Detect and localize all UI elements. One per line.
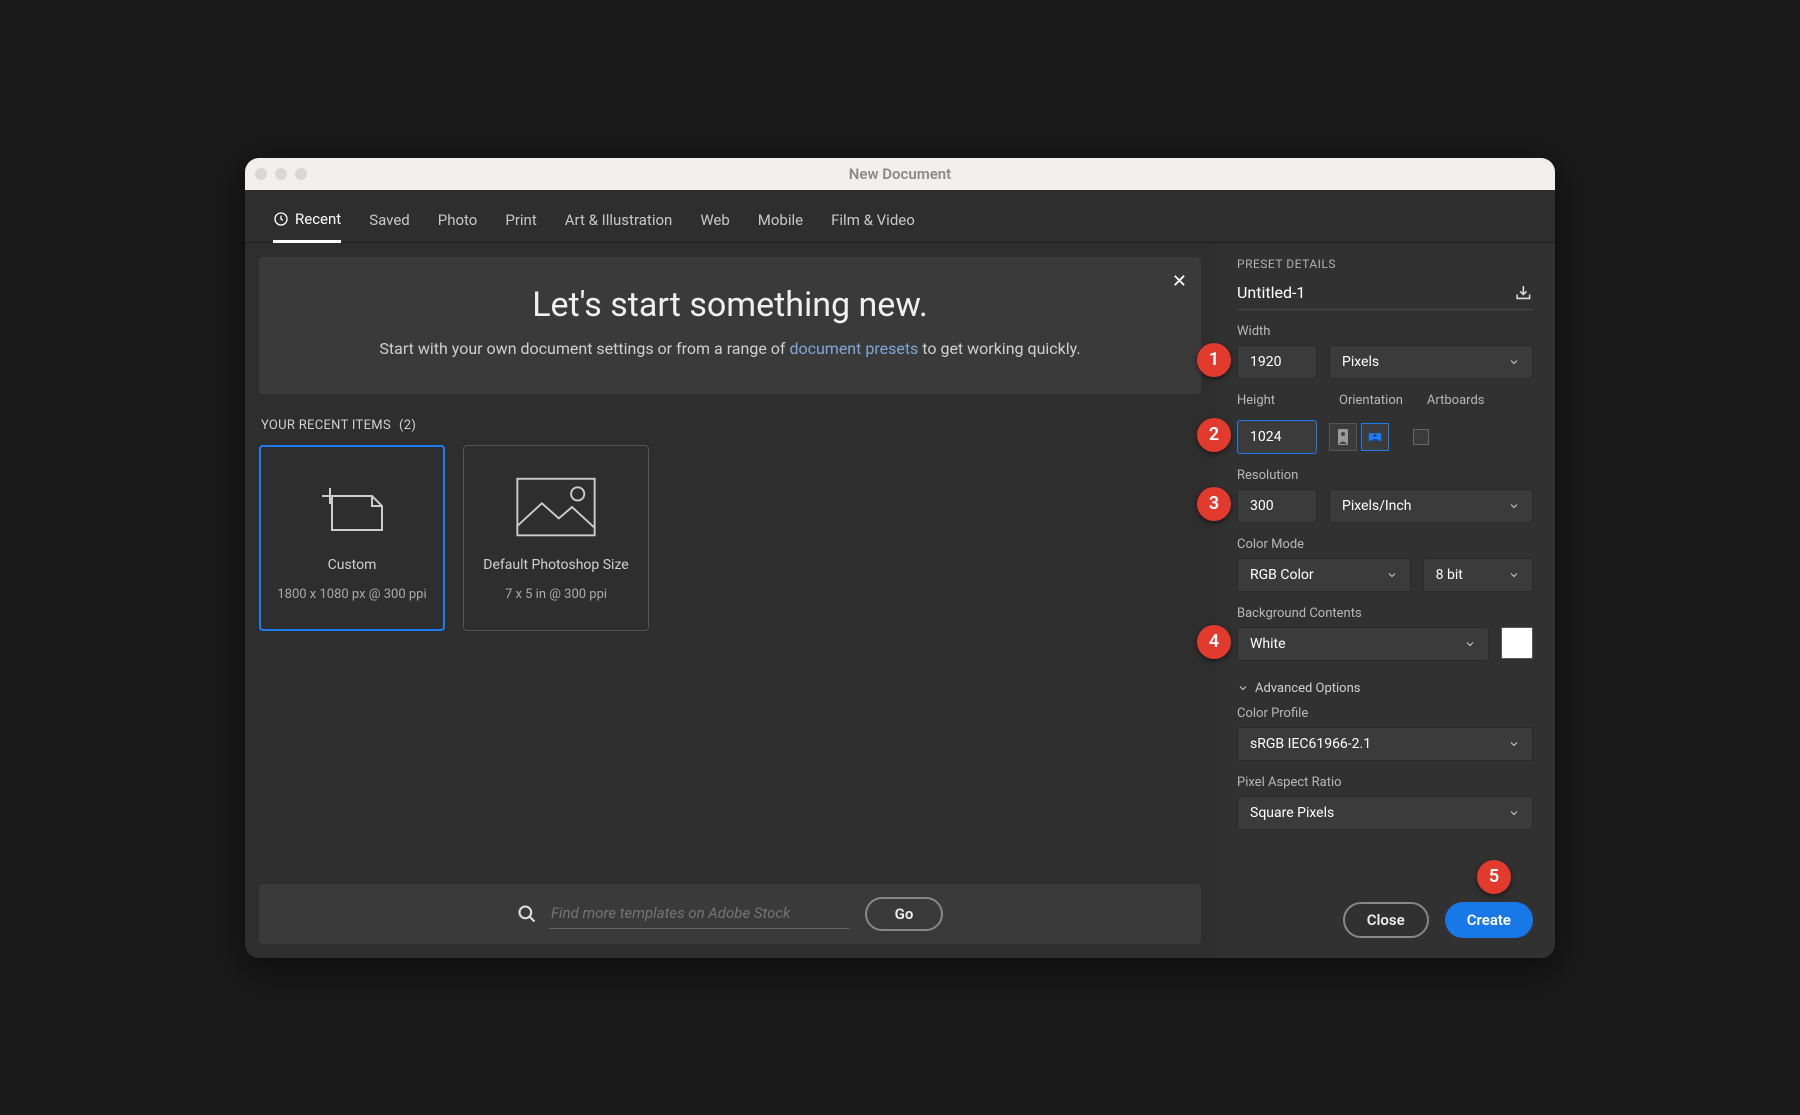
tab-recent-label: Recent: [295, 210, 341, 228]
width-input[interactable]: [1237, 345, 1317, 379]
recent-card-default[interactable]: Default Photoshop Size 7 x 5 in @ 300 pp…: [463, 445, 649, 631]
orientation-label: Orientation: [1339, 393, 1403, 408]
height-input[interactable]: [1237, 420, 1317, 454]
chevron-down-icon: [1508, 807, 1520, 819]
pixel-aspect-select[interactable]: Square Pixels: [1237, 796, 1533, 830]
intro-heading: Let's start something new.: [299, 285, 1161, 325]
card-sub: 1800 x 1080 px @ 300 ppi: [277, 587, 426, 602]
clock-icon: [273, 211, 289, 227]
bg-color-swatch[interactable]: [1501, 627, 1533, 659]
artboards-label: Artboards: [1427, 393, 1485, 408]
orientation-portrait[interactable]: [1329, 423, 1357, 451]
resolution-label: Resolution: [1237, 468, 1533, 483]
chevron-down-icon: [1508, 738, 1520, 750]
recent-card-custom[interactable]: Custom 1800 x 1080 px @ 300 ppi: [259, 445, 445, 631]
new-document-window: New Document Recent Saved Photo Print Ar…: [245, 158, 1555, 958]
close-button[interactable]: Close: [1343, 902, 1429, 938]
advanced-toggle[interactable]: Advanced Options: [1237, 681, 1533, 696]
profile-label: Color Profile: [1237, 706, 1533, 721]
tab-photo[interactable]: Photo: [438, 203, 478, 241]
colormode-label: Color Mode: [1237, 537, 1533, 552]
width-unit-select[interactable]: Pixels: [1329, 345, 1533, 379]
chevron-down-icon: [1508, 356, 1520, 368]
intro-text: Start with your own document settings or…: [299, 339, 1161, 358]
adobe-stock-searchbar: Go: [259, 884, 1201, 944]
create-button[interactable]: Create: [1445, 902, 1533, 938]
par-label: Pixel Aspect Ratio: [1237, 775, 1533, 790]
artboards-checkbox[interactable]: [1413, 429, 1429, 445]
recent-items-label: YOUR RECENT ITEMS (2): [261, 418, 1201, 433]
custom-doc-icon: [307, 473, 397, 543]
bg-label: Background Contents: [1237, 606, 1533, 621]
tab-saved[interactable]: Saved: [369, 203, 410, 241]
bitdepth-select[interactable]: 8 bit: [1423, 558, 1533, 592]
portrait-icon: [1336, 428, 1350, 446]
orientation-landscape[interactable]: [1361, 423, 1389, 451]
preset-name-input[interactable]: [1237, 283, 1514, 302]
resolution-input[interactable]: [1237, 489, 1317, 523]
image-doc-icon: [511, 473, 601, 543]
save-preset-icon[interactable]: [1514, 283, 1533, 303]
close-icon[interactable]: ✕: [1172, 271, 1187, 292]
width-label: Width: [1237, 324, 1533, 339]
tab-mobile[interactable]: Mobile: [758, 203, 803, 241]
resolution-unit-select[interactable]: Pixels/Inch: [1329, 489, 1533, 523]
stock-search-input[interactable]: [549, 898, 849, 929]
preset-details-panel: PRESET DETAILS Width Pixels 1 Height Ori…: [1215, 243, 1555, 958]
intro-banner: ✕ Let's start something new. Start with …: [259, 257, 1201, 394]
tab-film[interactable]: Film & Video: [831, 203, 915, 241]
window-title: New Document: [245, 165, 1555, 183]
landscape-icon: [1368, 428, 1382, 446]
left-panel: ✕ Let's start something new. Start with …: [245, 243, 1215, 958]
card-sub: 7 x 5 in @ 300 ppi: [505, 587, 607, 602]
go-button[interactable]: Go: [865, 897, 943, 931]
card-title: Custom: [328, 557, 377, 573]
tab-print[interactable]: Print: [505, 203, 536, 241]
chevron-down-icon: [1508, 500, 1520, 512]
colormode-select[interactable]: RGB Color: [1237, 558, 1411, 592]
card-title: Default Photoshop Size: [483, 557, 628, 573]
callout-5: 5: [1477, 860, 1511, 894]
tab-art[interactable]: Art & Illustration: [565, 203, 673, 241]
recent-cards: Custom 1800 x 1080 px @ 300 ppi Default …: [259, 445, 1201, 631]
bg-select[interactable]: White: [1237, 627, 1489, 661]
chevron-down-icon: [1386, 569, 1398, 581]
chevron-down-icon: [1237, 682, 1249, 694]
chevron-down-icon: [1508, 569, 1520, 581]
preset-heading: PRESET DETAILS: [1237, 257, 1533, 271]
chevron-down-icon: [1464, 638, 1476, 650]
document-presets-link[interactable]: document presets: [789, 339, 918, 358]
color-profile-select[interactable]: sRGB IEC61966-2.1: [1237, 727, 1533, 761]
category-tabs: Recent Saved Photo Print Art & Illustrat…: [245, 190, 1555, 243]
tab-recent[interactable]: Recent: [273, 202, 341, 243]
titlebar: New Document: [245, 158, 1555, 190]
search-icon: [517, 904, 537, 924]
tab-web[interactable]: Web: [700, 203, 729, 241]
height-label: Height: [1237, 393, 1317, 408]
